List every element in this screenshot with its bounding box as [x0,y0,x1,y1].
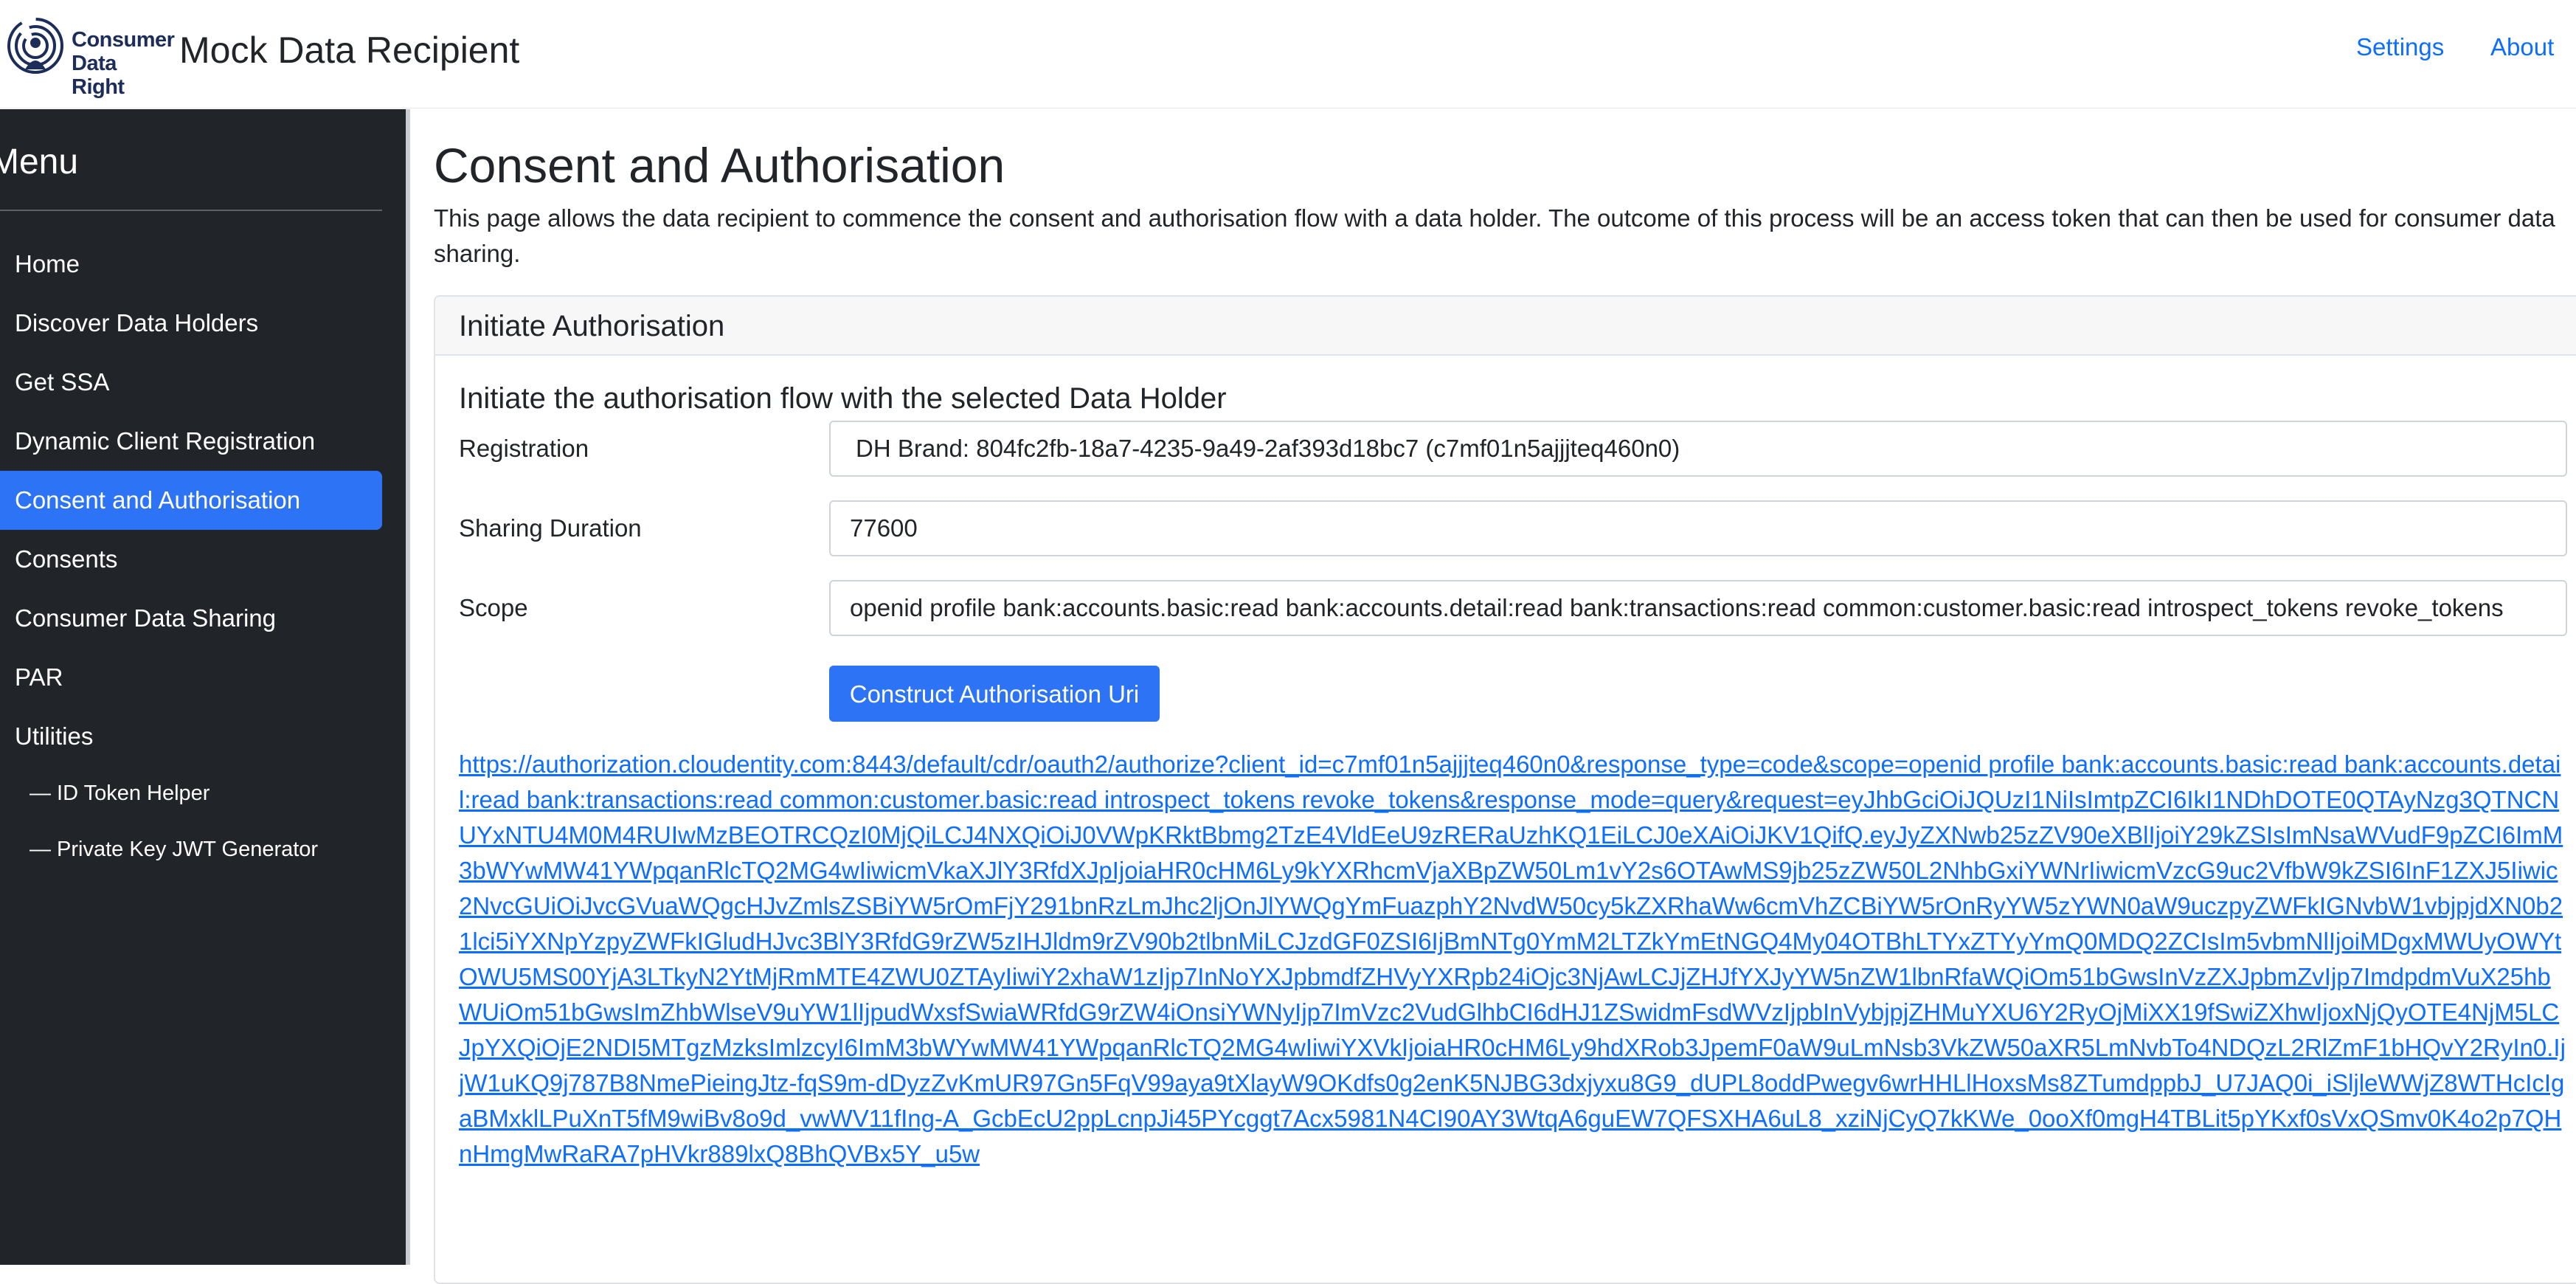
sidebar-item-consents[interactable]: Consents [0,530,382,589]
sharing-duration-input[interactable]: 77600 [829,500,2567,556]
sidebar-item-utilities[interactable]: Utilities [0,707,382,766]
app-title[interactable]: Mock Data Recipient [179,28,519,72]
sidebar: Menu Home Discover Data Holders Get SSA … [0,109,406,1265]
authorisation-url-link[interactable]: https://authorization.cloudentity.com:84… [459,747,2569,1172]
brand-wordmark: Consumer Data Right [72,28,175,99]
card-subtitle: Initiate the authorisation flow with the… [459,382,1227,415]
sidebar-subitem-id-token-helper[interactable]: — ID Token Helper [0,769,382,818]
sidebar-subitem-private-key-jwt-generator[interactable]: — Private Key JWT Generator [0,825,382,874]
scope-input[interactable]: openid profile bank:accounts.basic:read … [829,580,2567,636]
menu-title: Menu [0,142,79,182]
registration-select[interactable]: DH Brand: 804fc2fb-18a7-4235-9a49-2af393… [829,421,2567,477]
card-header: Initiate Authorisation [435,297,2576,356]
sidebar-item-par[interactable]: PAR [0,648,382,707]
brand-line-2: Data Right [72,52,125,99]
page-description: This page allows the data recipient to c… [434,204,2555,267]
sidebar-item-home[interactable]: Home [0,235,382,294]
nav-about-link[interactable]: About [2490,31,2554,63]
page-title: Consent and Authorisation [434,138,1005,193]
nav-settings-link[interactable]: Settings [2356,31,2444,63]
sidebar-item-consumer-data-sharing[interactable]: Consumer Data Sharing [0,589,382,648]
sharing-duration-label: Sharing Duration [459,514,642,542]
sidebar-item-discover-data-holders[interactable]: Discover Data Holders [0,294,382,353]
sidebar-item-dynamic-client-registration[interactable]: Dynamic Client Registration [0,412,382,471]
initiate-authorisation-card: Initiate Authorisation Initiate the auth… [434,295,2576,1284]
scope-label: Scope [459,594,528,621]
menu-divider [0,210,382,211]
top-navbar: Consumer Data Right Mock Data Recipient … [0,0,2576,108]
brand-line-1: Consumer [72,28,175,52]
sidebar-item-consent-and-authorisation[interactable]: Consent and Authorisation [0,471,382,530]
sidebar-item-get-ssa[interactable]: Get SSA [0,353,382,412]
main-content: Consent and Authorisation This page allo… [410,109,2576,1284]
consumer-data-right-logo-icon [7,18,63,74]
construct-authorisation-uri-button[interactable]: Construct Authorisation Uri [829,666,1160,722]
registration-label: Registration [459,435,589,462]
